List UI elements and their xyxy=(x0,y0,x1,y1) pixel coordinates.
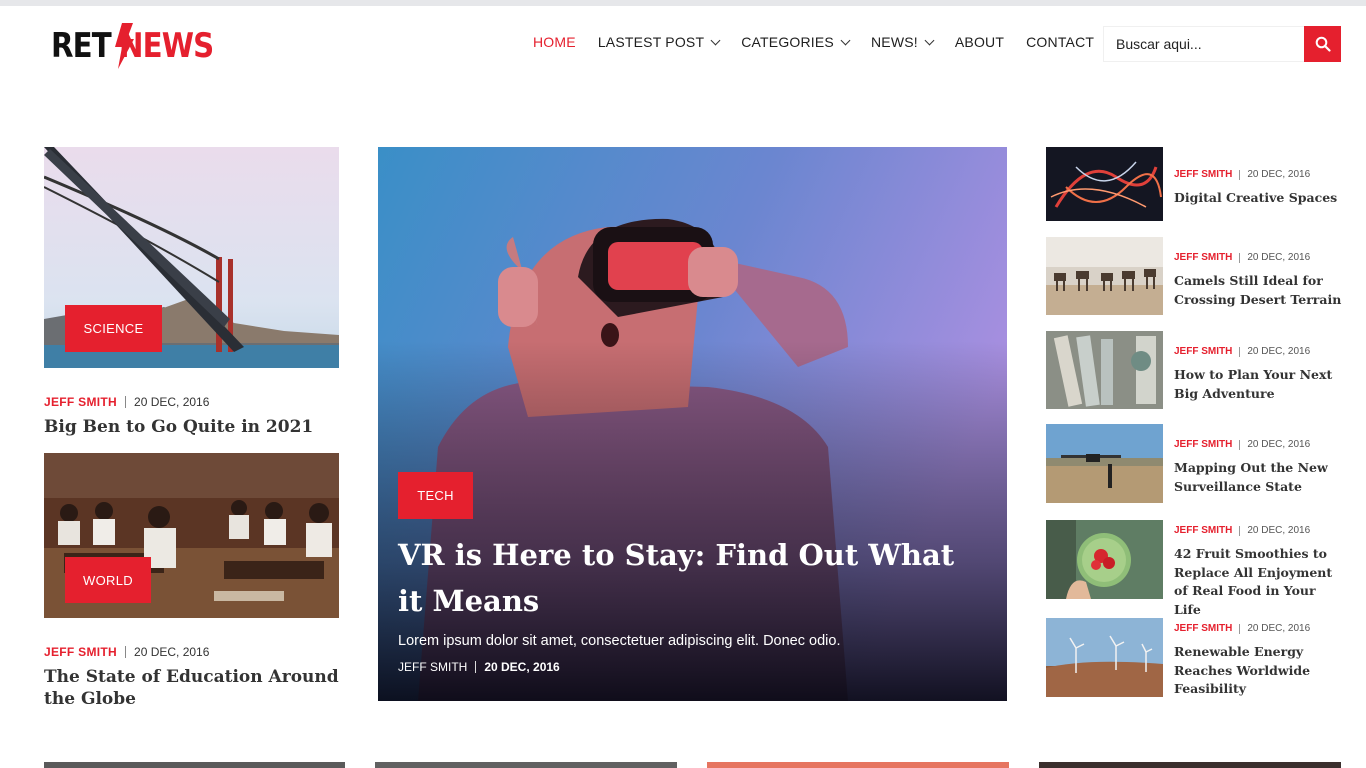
nav-label: ABOUT xyxy=(954,34,1005,50)
chevron-down-icon xyxy=(840,35,851,45)
side-post-title[interactable]: Mapping Out the New Surveillance State xyxy=(1174,459,1346,496)
search-button[interactable] xyxy=(1304,26,1341,62)
meta-divider xyxy=(1239,346,1241,357)
rolled-maps-image xyxy=(1046,331,1163,409)
smoothie-image xyxy=(1046,520,1163,599)
nav-item-contact[interactable]: CONTACT xyxy=(1026,34,1094,50)
side-post[interactable]: JEFF SMITH 20 DEC, 2016 42 Fruit Smoothi… xyxy=(1046,520,1346,617)
side-post-meta: JEFF SMITH 20 DEC, 2016 xyxy=(1174,439,1310,450)
nav-item-home[interactable]: HOME xyxy=(533,34,576,50)
side-post[interactable]: JEFF SMITH 20 DEC, 2016 Mapping Out the … xyxy=(1046,424,1346,503)
category-badge-world[interactable]: WORLD xyxy=(65,557,151,603)
light-painting-image xyxy=(1046,147,1163,221)
chevron-down-icon xyxy=(710,35,721,45)
side-post[interactable]: JEFF SMITH 20 DEC, 2016 Renewable Energy… xyxy=(1046,618,1346,697)
meta-divider xyxy=(125,396,127,408)
side-post-thumb[interactable] xyxy=(1046,237,1163,315)
side-post-title[interactable]: 42 Fruit Smoothies to Replace All Enjoym… xyxy=(1174,545,1346,619)
side-post-thumb[interactable] xyxy=(1046,424,1163,503)
side-post-title[interactable]: Camels Still Ideal for Crossing Desert T… xyxy=(1174,272,1346,309)
next-row-image[interactable] xyxy=(375,762,677,768)
post-author[interactable]: JEFF SMITH xyxy=(44,645,117,659)
post-author[interactable]: JEFF SMITH xyxy=(1174,252,1232,263)
post-author[interactable]: JEFF SMITH xyxy=(44,395,117,409)
nav-item-about[interactable]: ABOUT xyxy=(955,34,1004,50)
nav-label: HOME xyxy=(533,34,576,50)
side-post-meta: JEFF SMITH 20 DEC, 2016 xyxy=(1174,169,1310,180)
badge-label: SCIENCE xyxy=(83,321,144,336)
side-post-meta: JEFF SMITH 20 DEC, 2016 xyxy=(1174,525,1310,536)
post-author[interactable]: JEFF SMITH xyxy=(1174,525,1232,536)
post-author[interactable]: JEFF SMITH xyxy=(1174,169,1232,180)
side-post[interactable]: JEFF SMITH 20 DEC, 2016 How to Plan Your… xyxy=(1046,331,1346,409)
next-row-image[interactable] xyxy=(707,762,1009,768)
chevron-down-icon xyxy=(924,35,935,45)
side-post-title[interactable]: Digital Creative Spaces xyxy=(1174,189,1346,208)
post-author[interactable]: JEFF SMITH xyxy=(1174,346,1232,357)
search-form xyxy=(1103,26,1341,62)
post-date: 20 DEC, 2016 xyxy=(484,660,560,674)
search-icon xyxy=(1315,36,1331,52)
post-title[interactable]: Big Ben to Go Quite in 2021 xyxy=(44,416,344,438)
post-date: 20 DEC, 2016 xyxy=(1247,169,1311,180)
drone-field-image xyxy=(1046,424,1163,503)
post-meta: JEFF SMITH 20 DEC, 2016 xyxy=(44,645,209,659)
top-bar xyxy=(0,0,1366,6)
nav-item-categories[interactable]: CATEGORIES xyxy=(741,34,851,50)
post-date: 20 DEC, 2016 xyxy=(1247,525,1311,536)
post-author[interactable]: JEFF SMITH xyxy=(1174,439,1232,450)
side-post[interactable]: JEFF SMITH 20 DEC, 2016 Digital Creative… xyxy=(1046,147,1346,221)
meta-divider xyxy=(1239,525,1241,536)
featured-post-meta: JEFF SMITH 20 DEC, 2016 xyxy=(398,660,560,674)
side-post-meta: JEFF SMITH 20 DEC, 2016 xyxy=(1174,252,1310,263)
main-nav: HOME LASTEST POST CATEGORIES NEWS! ABOUT… xyxy=(533,34,1116,50)
nav-item-news[interactable]: NEWS! xyxy=(870,34,935,50)
next-row-image[interactable] xyxy=(1039,762,1341,768)
post-date: 20 DEC, 2016 xyxy=(1247,623,1311,634)
camel-caravan-image xyxy=(1046,237,1163,315)
side-post-thumb[interactable] xyxy=(1046,520,1163,599)
nav-label: LASTEST POST xyxy=(597,34,705,50)
logo-text-ret: RET xyxy=(51,26,112,66)
side-post-title[interactable]: Renewable Energy Reaches Worldwide Feasi… xyxy=(1174,643,1346,699)
post-author[interactable]: JEFF SMITH xyxy=(1174,623,1232,634)
post-date: 20 DEC, 2016 xyxy=(134,395,210,409)
nav-label: NEWS! xyxy=(870,34,918,50)
meta-divider xyxy=(1239,169,1241,180)
side-post[interactable]: JEFF SMITH 20 DEC, 2016 Camels Still Ide… xyxy=(1046,237,1346,315)
post-author[interactable]: JEFF SMITH xyxy=(398,660,467,674)
post-date: 20 DEC, 2016 xyxy=(1247,346,1311,357)
side-post-thumb[interactable] xyxy=(1046,147,1163,221)
badge-label: TECH xyxy=(417,488,454,503)
post-title[interactable]: The State of Education Around the Globe xyxy=(44,666,344,710)
featured-post[interactable]: TECH VR is Here to Stay: Find Out What i… xyxy=(378,147,1007,701)
search-input[interactable] xyxy=(1103,26,1305,62)
side-post-meta: JEFF SMITH 20 DEC, 2016 xyxy=(1174,623,1310,634)
post-date: 20 DEC, 2016 xyxy=(1247,252,1311,263)
logo-text-news: NEWS xyxy=(118,26,214,66)
meta-divider xyxy=(1239,623,1241,634)
nav-label: CATEGORIES xyxy=(741,34,834,50)
site-logo[interactable]: RET NEWS xyxy=(51,22,228,70)
post-date: 20 DEC, 2016 xyxy=(1247,439,1311,450)
side-post-title[interactable]: How to Plan Your Next Big Adventure xyxy=(1174,366,1346,403)
category-badge-science[interactable]: SCIENCE xyxy=(65,305,162,352)
side-post-thumb[interactable] xyxy=(1046,618,1163,697)
category-badge-tech[interactable]: TECH xyxy=(398,472,473,519)
wind-turbines-image xyxy=(1046,618,1163,697)
next-row-image[interactable] xyxy=(44,762,345,768)
featured-post-title[interactable]: VR is Here to Stay: Find Out What it Mea… xyxy=(398,532,958,624)
nav-item-lastest-post[interactable]: LASTEST POST xyxy=(597,34,721,50)
side-post-thumb[interactable] xyxy=(1046,331,1163,409)
badge-label: WORLD xyxy=(83,572,133,588)
meta-divider xyxy=(1239,439,1241,450)
post-meta: JEFF SMITH 20 DEC, 2016 xyxy=(44,395,209,409)
nav-label: CONTACT xyxy=(1026,34,1095,50)
featured-post-excerpt: Lorem ipsum dolor sit amet, consectetuer… xyxy=(398,633,841,649)
meta-divider xyxy=(1239,252,1241,263)
meta-divider xyxy=(475,661,477,673)
meta-divider xyxy=(125,646,127,658)
post-date: 20 DEC, 2016 xyxy=(134,645,210,659)
side-post-meta: JEFF SMITH 20 DEC, 2016 xyxy=(1174,346,1310,357)
